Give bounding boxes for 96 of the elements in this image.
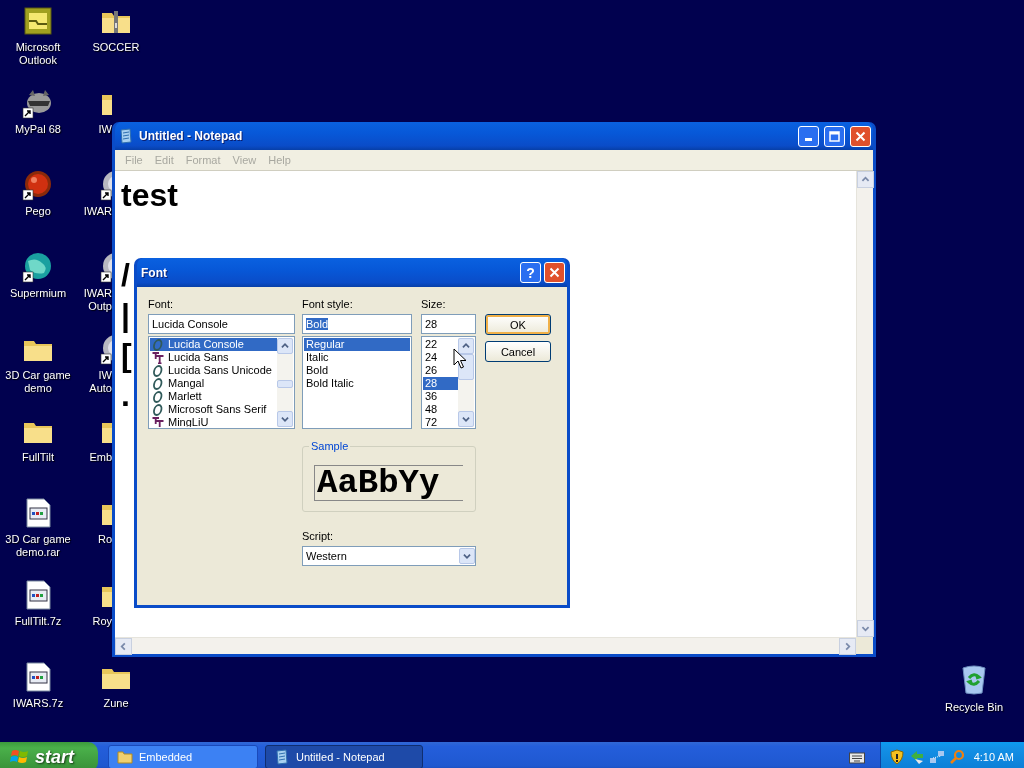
text-line: [	[121, 336, 132, 375]
list-scrollbar[interactable]	[458, 338, 474, 427]
scroll-left-button[interactable]	[115, 638, 132, 655]
group-label: Sample	[309, 439, 351, 453]
scroll-down-button[interactable]	[277, 411, 293, 427]
taskbar-button[interactable]: Embedded	[108, 745, 258, 768]
keyboard-icon[interactable]	[849, 750, 865, 764]
icon-label[interactable]: Microsoft Outlook	[1, 41, 75, 67]
clock: 4:10 AM	[973, 751, 1014, 763]
field-label: Font style:	[302, 297, 354, 311]
taskbar-button[interactable]: Untitled - Notepad	[265, 745, 423, 768]
icon-label[interactable]: SOCCER	[79, 41, 153, 54]
field-label: Font:	[148, 297, 175, 311]
horizontal-scrollbar[interactable]	[115, 637, 856, 654]
font-list-item[interactable]: Lucida Console	[150, 338, 277, 351]
font-list-item[interactable]: Lucida Sans	[150, 351, 277, 364]
scrollbar-corner	[856, 637, 873, 654]
font-size-field[interactable]: 28	[421, 314, 476, 334]
shield-icon[interactable]	[889, 749, 905, 765]
icon-label[interactable]: Recycle Bin	[944, 701, 1004, 713]
scroll-down-button[interactable]	[458, 411, 474, 427]
icon-label[interactable]: Zune	[79, 697, 153, 710]
close-icon	[549, 267, 560, 278]
sample-text: AaBbYy	[314, 465, 463, 501]
cancel-button[interactable]: Cancel	[485, 341, 551, 362]
style-list-item[interactable]: Bold Italic	[304, 377, 410, 390]
opentype-font-icon	[152, 364, 164, 377]
opentype-font-icon	[152, 338, 164, 351]
close-button[interactable]	[850, 125, 871, 147]
opentype-font-icon	[152, 403, 164, 416]
style-list-item[interactable]: Italic	[304, 351, 410, 364]
icon-label[interactable]: 3D Car game demo.rar	[1, 533, 75, 559]
maximize-icon	[829, 130, 840, 142]
font-style-field[interactable]: Bold	[302, 314, 412, 334]
font-list-item[interactable]: Mangal	[150, 377, 277, 390]
icon-label[interactable]: MyPal 68	[1, 123, 75, 136]
close-button[interactable]	[544, 262, 565, 283]
font-list-item[interactable]: Marlett	[150, 390, 277, 403]
folder-icon	[117, 749, 133, 765]
ok-button[interactable]: OK	[485, 314, 551, 335]
size-list-item[interactable]: 28	[423, 377, 458, 390]
minimize-button[interactable]	[798, 125, 819, 147]
field-label: Script:	[302, 529, 335, 543]
field-label: Size:	[421, 297, 447, 311]
icon-label[interactable]: IWAR	[83, 205, 112, 218]
font-list-item[interactable]: Microsoft Sans Serif	[150, 403, 277, 416]
text-line: test	[121, 176, 178, 215]
style-list-item[interactable]: Regular	[304, 338, 410, 351]
list-scrollbar[interactable]	[277, 338, 293, 427]
opentype-font-icon	[152, 390, 164, 403]
icon-label[interactable]: Supermium	[1, 287, 75, 300]
scroll-right-button[interactable]	[839, 638, 856, 655]
icon-label[interactable]: FullTilt	[1, 451, 75, 464]
vertical-scrollbar[interactable]	[856, 171, 873, 637]
icon-label[interactable]: 3D Car game demo	[1, 369, 75, 395]
text-line: .	[121, 376, 130, 415]
size-list-item[interactable]: 36	[423, 390, 458, 403]
size-list-item[interactable]: 22	[423, 338, 458, 351]
minimize-icon	[805, 137, 812, 141]
font-name-field[interactable]: Lucida Console	[148, 314, 295, 334]
window-title: Untitled - Notepad	[139, 129, 244, 143]
icon-label[interactable]: FullTilt.7z	[1, 615, 75, 628]
scroll-thumb[interactable]	[277, 380, 293, 388]
network-icon[interactable]	[929, 749, 945, 765]
text-line: |	[121, 296, 130, 335]
notepad-icon	[274, 749, 290, 765]
mouse-pointer-icon	[453, 348, 467, 370]
icon-label[interactable]: IWARS.7z	[1, 697, 75, 710]
style-list-item[interactable]: Bold	[304, 364, 410, 377]
icon-label[interactable]: Pego	[1, 205, 75, 218]
text-line: /	[121, 256, 130, 295]
script-dropdown[interactable]: Western	[302, 546, 476, 566]
opentype-font-icon	[152, 377, 164, 390]
scroll-up-button[interactable]	[857, 171, 874, 188]
size-list-item[interactable]: 72	[423, 416, 458, 427]
icon-label[interactable]: IW Auto	[78, 369, 112, 395]
font-size-list[interactable]: 22 24 26 28 36 48 72	[421, 336, 476, 429]
size-list-item[interactable]: 48	[423, 403, 458, 416]
font-list-item[interactable]: Lucida Sans Unicode	[150, 364, 277, 377]
icon-label[interactable]: Emb	[89, 451, 112, 464]
notepad-icon	[118, 128, 134, 144]
scroll-down-button[interactable]	[857, 620, 874, 637]
truetype-font-icon	[152, 416, 164, 427]
help-button[interactable]: ?	[520, 262, 541, 283]
scroll-up-button[interactable]	[277, 338, 293, 354]
chevron-down-icon	[459, 548, 475, 564]
icon-label[interactable]: IWAR Outp	[78, 287, 112, 313]
maximize-button[interactable]	[824, 125, 845, 147]
icon-label[interactable]: Roy	[92, 615, 112, 628]
font-style-list[interactable]: Regular Italic Bold Bold Italic	[302, 336, 412, 429]
truetype-font-icon	[152, 351, 164, 364]
close-icon	[855, 130, 866, 142]
icon-label[interactable]: Ro	[97, 533, 112, 546]
dialog-title: Font	[141, 265, 168, 280]
scroll-up-button[interactable]	[458, 338, 474, 354]
icon-label[interactable]: IW	[98, 123, 112, 136]
